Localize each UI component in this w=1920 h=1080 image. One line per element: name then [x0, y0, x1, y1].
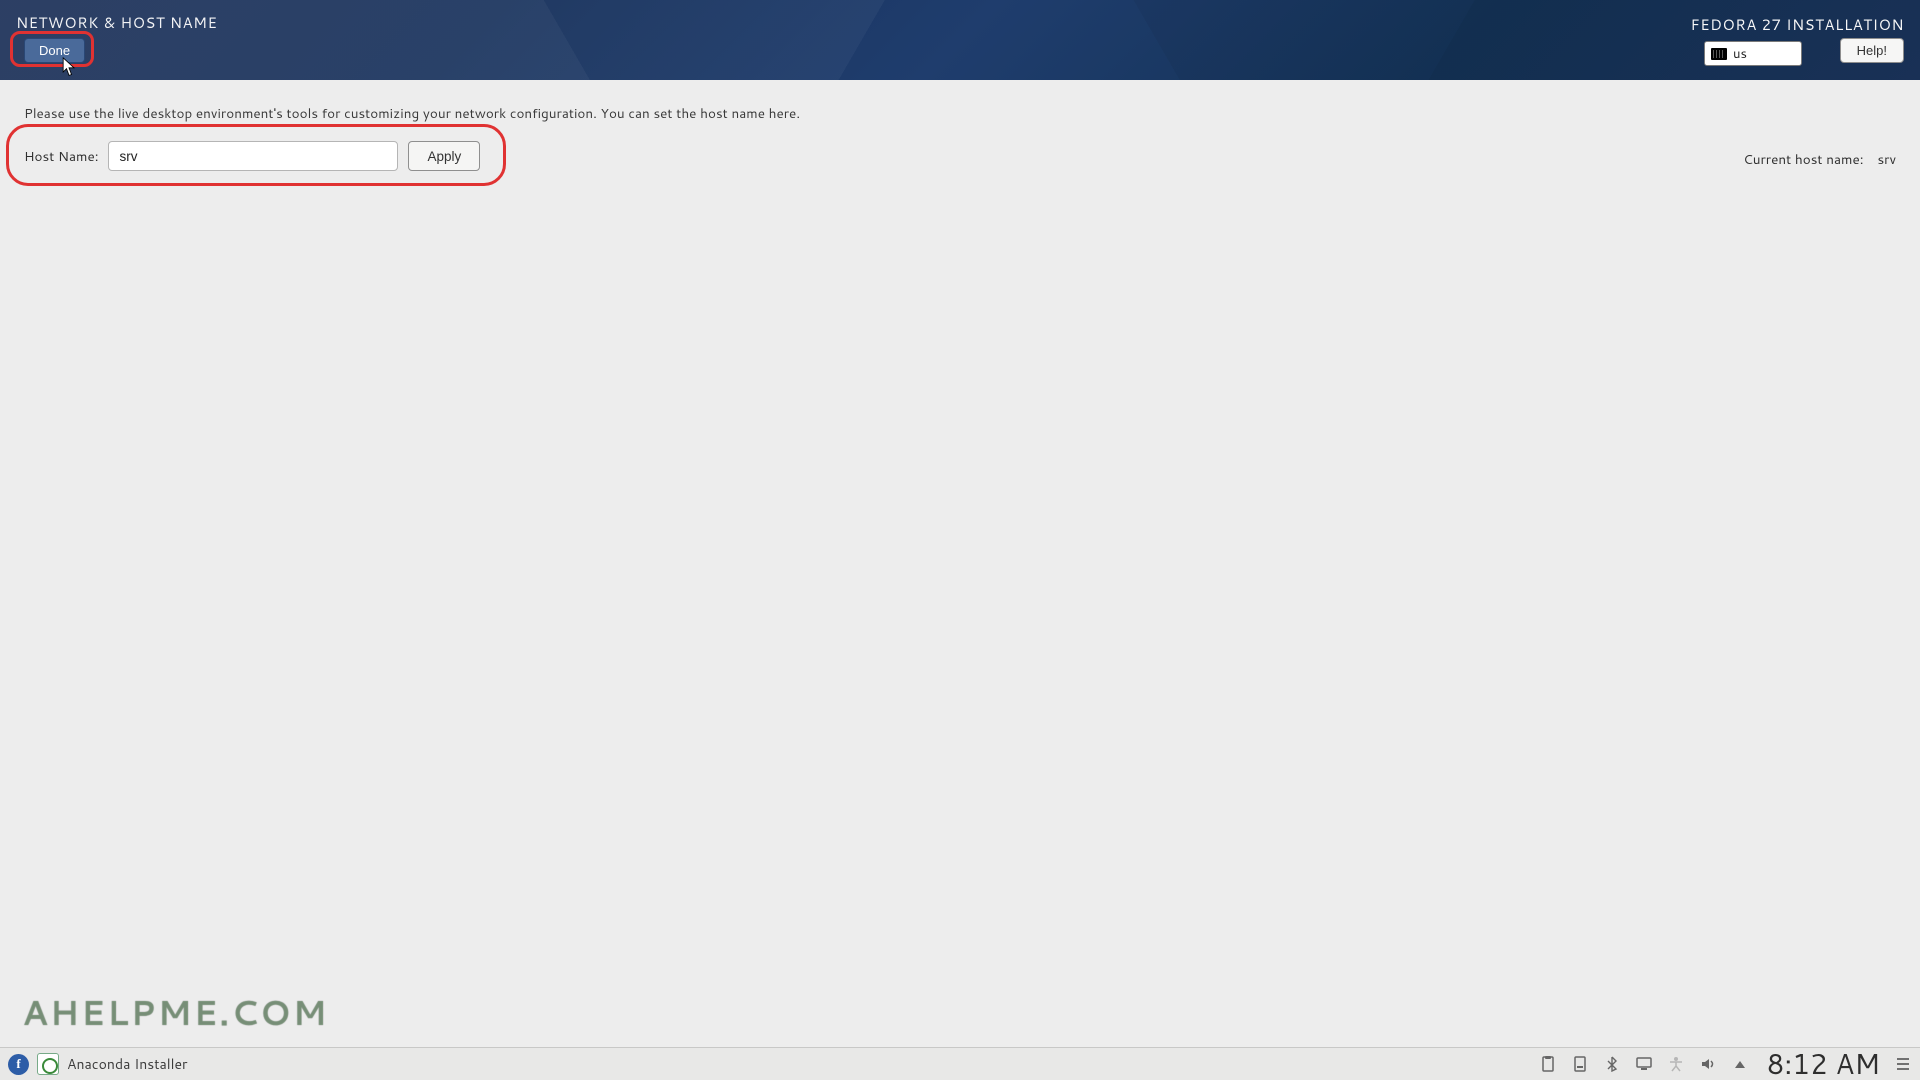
- watermark-text: AHELPME.COM: [22, 988, 328, 1036]
- drive-icon[interactable]: [1571, 1055, 1589, 1073]
- accessibility-icon[interactable]: [1667, 1055, 1685, 1073]
- help-button[interactable]: Help!: [1840, 38, 1904, 63]
- instruction-text: Please use the live desktop environment'…: [24, 104, 1896, 123]
- hostname-row: Host Name: Apply: [24, 141, 1896, 171]
- keyboard-icon: [1711, 48, 1727, 60]
- current-hostname: Current host name: srv: [1743, 150, 1896, 169]
- page-title: NETWORK & HOST NAME: [16, 12, 217, 33]
- hostname-input[interactable]: [108, 141, 398, 171]
- display-icon[interactable]: [1635, 1055, 1653, 1073]
- apply-button[interactable]: Apply: [408, 141, 480, 171]
- taskbar-right: 8:12 AM: [1539, 1044, 1912, 1080]
- clock[interactable]: 8:12 AM: [1767, 1044, 1880, 1080]
- bluetooth-icon[interactable]: [1603, 1055, 1621, 1073]
- taskbar: Anaconda Installer 8:12 AM: [0, 1047, 1920, 1080]
- keyboard-layout-label: us: [1733, 45, 1747, 63]
- hamburger-menu-icon[interactable]: [1894, 1055, 1912, 1073]
- taskbar-left: Anaconda Installer: [8, 1053, 188, 1075]
- main-content: Please use the live desktop environment'…: [0, 80, 1920, 1047]
- current-hostname-value: srv: [1877, 150, 1896, 169]
- header-bar: NETWORK & HOST NAME FEDORA 27 INSTALLATI…: [0, 0, 1920, 80]
- hostname-label: Host Name:: [24, 147, 98, 166]
- volume-icon[interactable]: [1699, 1055, 1717, 1073]
- keyboard-layout-indicator[interactable]: us: [1704, 41, 1802, 66]
- done-button[interactable]: Done: [24, 38, 85, 63]
- taskbar-app-label[interactable]: Anaconda Installer: [67, 1054, 188, 1074]
- anaconda-app-icon[interactable]: [37, 1053, 59, 1075]
- install-title: FEDORA 27 INSTALLATION: [1691, 14, 1904, 35]
- tray-expand-icon[interactable]: [1731, 1055, 1749, 1073]
- fedora-logo-icon[interactable]: [8, 1054, 29, 1075]
- clipboard-icon[interactable]: [1539, 1055, 1557, 1073]
- current-hostname-label: Current host name:: [1743, 150, 1863, 169]
